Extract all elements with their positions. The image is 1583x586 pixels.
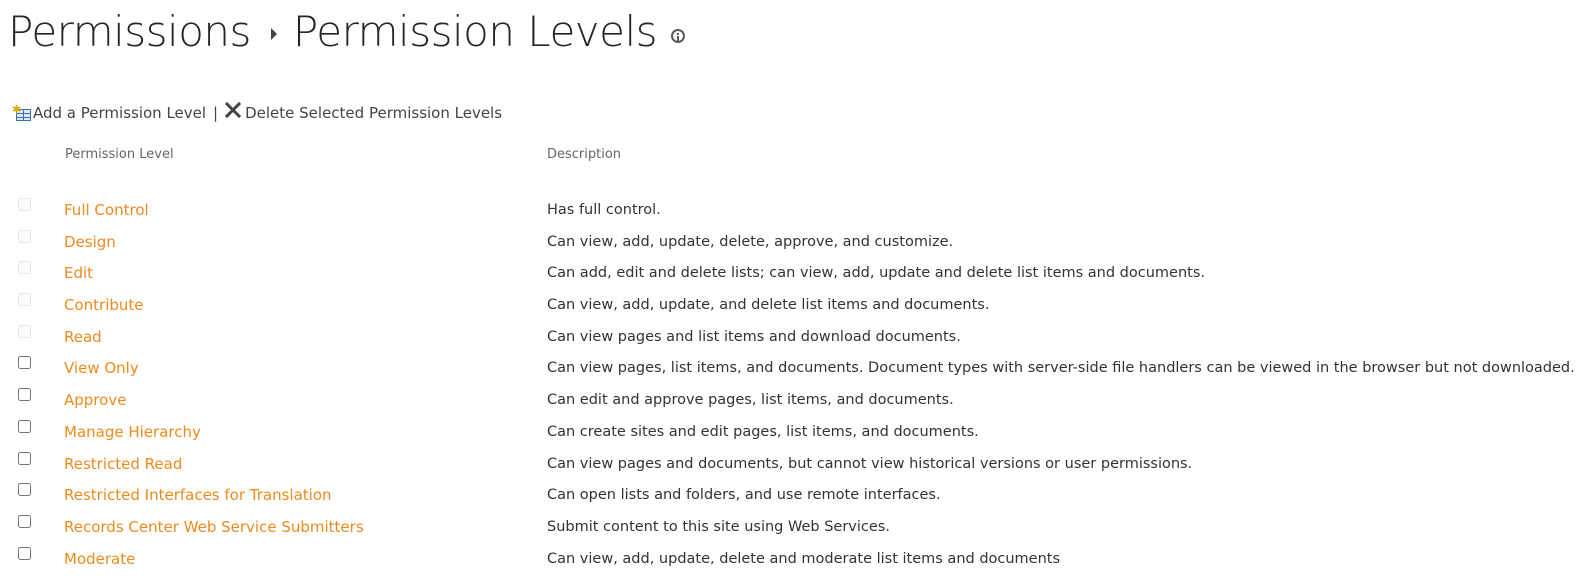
permission-level-description: Can create sites and edit pages, list it… <box>547 423 979 440</box>
permission-level-link[interactable]: Edit <box>64 264 93 282</box>
table-row: Restricted Interfaces for Translation Ca… <box>0 480 1583 512</box>
table-row: Restricted Read Can view pages and docum… <box>0 449 1583 481</box>
page-header: Permissions Permission Levels <box>8 4 686 60</box>
row-checkbox[interactable] <box>18 198 31 211</box>
table-row: Manage Hierarchy Can create sites and ed… <box>0 417 1583 449</box>
table-row: Read Can view pages and list items and d… <box>0 322 1583 354</box>
permission-level-link[interactable]: Approve <box>64 391 126 409</box>
permission-level-description: Can view pages and documents, but cannot… <box>547 455 1193 472</box>
delete-x-icon[interactable] <box>224 101 242 119</box>
table-row: Edit Can add, edit and delete lists; can… <box>0 258 1583 290</box>
permission-level-description: Can open lists and folders, and use remo… <box>547 487 941 504</box>
add-permission-level-link[interactable]: Add a Permission Level <box>33 104 206 122</box>
table-row: Records Center Web Service Submitters Su… <box>0 512 1583 544</box>
permission-level-link[interactable]: Contribute <box>64 296 144 314</box>
table-row: View Only Can view pages, list items, an… <box>0 353 1583 385</box>
permission-level-description: Can view, add, update, delete and modera… <box>547 550 1061 567</box>
table-row: Contribute Can view, add, update, and de… <box>0 290 1583 322</box>
permission-level-description: Can view, add, update, delete, approve, … <box>547 233 954 250</box>
row-checkbox[interactable] <box>18 293 31 307</box>
delete-selected-link[interactable]: Delete Selected Permission Levels <box>245 104 502 122</box>
breadcrumb-root[interactable]: Permissions <box>8 4 251 60</box>
table-row: Design Can view, add, update, delete, ap… <box>0 227 1583 259</box>
permission-level-link[interactable]: Restricted Interfaces for Translation <box>64 486 332 504</box>
permission-level-link[interactable]: Moderate <box>64 550 135 568</box>
toolbar: ✱ Add a Permission Level | Delete Select… <box>12 100 502 126</box>
row-checkbox[interactable] <box>18 483 31 497</box>
row-checkbox[interactable] <box>18 356 31 370</box>
column-header-permission-level[interactable]: Permission Level <box>65 147 174 162</box>
table-row: Moderate Can view, add, update, delete a… <box>0 544 1583 576</box>
table-row: Full Control Has full control. <box>0 195 1583 227</box>
column-header-description: Description <box>547 147 622 162</box>
permission-level-description: Can view, add, update, and delete list i… <box>547 297 990 314</box>
add-permission-level-icon[interactable]: ✱ <box>12 104 32 122</box>
permission-level-link[interactable]: Restricted Read <box>64 455 182 473</box>
permission-level-description: Can add, edit and delete lists; can view… <box>547 265 1205 282</box>
permission-level-description: Can view pages and list items and downlo… <box>547 328 961 345</box>
permission-level-description: Can edit and approve pages, list items, … <box>547 392 954 409</box>
row-checkbox[interactable] <box>18 451 31 465</box>
row-checkbox[interactable] <box>18 261 31 275</box>
row-checkbox[interactable] <box>18 388 31 402</box>
toolbar-separator: | <box>213 104 219 122</box>
permission-levels-table: Full Control Has full control. Design Ca… <box>0 195 1583 575</box>
permission-level-link[interactable]: Full Control <box>64 201 149 219</box>
breadcrumb-separator-icon <box>270 28 277 40</box>
permission-level-link[interactable]: Read <box>64 328 102 346</box>
permission-level-description: Can view pages, list items, and document… <box>547 360 1575 377</box>
permission-level-link[interactable]: Records Center Web Service Submitters <box>64 518 364 536</box>
permission-level-link[interactable]: Manage Hierarchy <box>64 423 201 441</box>
row-checkbox[interactable] <box>18 324 31 338</box>
permission-level-description: Submit content to this site using Web Se… <box>547 518 890 535</box>
permission-level-link[interactable]: Design <box>64 233 116 251</box>
row-checkbox[interactable] <box>18 419 31 433</box>
table-row: Approve Can edit and approve pages, list… <box>0 385 1583 417</box>
permission-level-link[interactable]: View Only <box>64 359 139 377</box>
permission-level-description: Has full control. <box>547 202 661 218</box>
row-checkbox[interactable] <box>18 546 31 560</box>
row-checkbox[interactable] <box>18 514 31 528</box>
info-icon[interactable] <box>671 29 686 43</box>
row-checkbox[interactable] <box>18 229 31 243</box>
page-title: Permission Levels <box>292 7 658 56</box>
